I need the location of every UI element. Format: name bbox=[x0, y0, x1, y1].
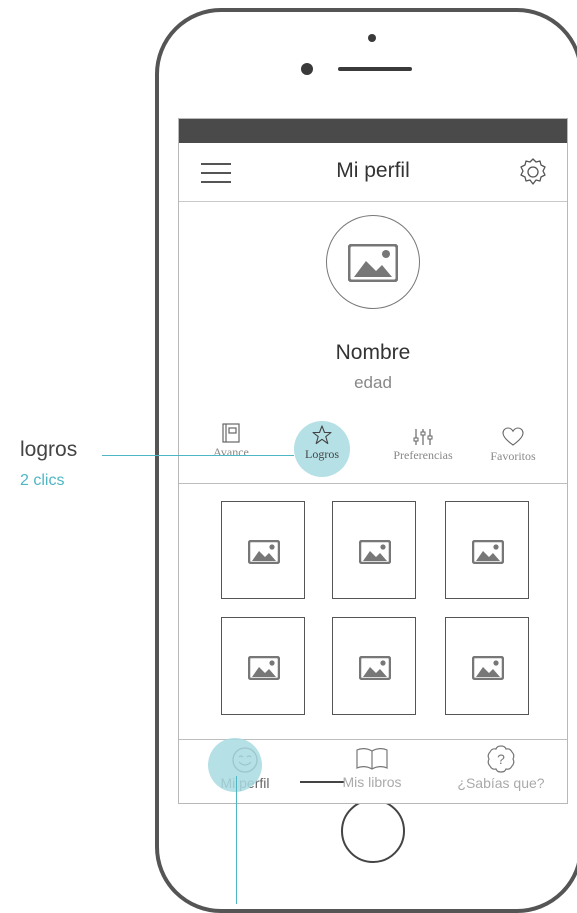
image-placeholder-icon bbox=[248, 540, 280, 564]
annotation-clicks: 2 clics bbox=[20, 472, 65, 489]
app-screen: Mi perfil Nombre edad Avance Logros Pref… bbox=[178, 118, 568, 804]
profile-name: Nombre bbox=[335, 341, 411, 364]
bottom-nav-sabias-que[interactable]: ? ¿Sabías que? bbox=[449, 742, 553, 791]
annotation-connector-line bbox=[102, 455, 294, 456]
image-placeholder-icon bbox=[348, 244, 398, 282]
bottom-nav-mis-libros[interactable]: Mis libros bbox=[329, 742, 415, 790]
top-nav-bar: Mi perfil bbox=[179, 143, 567, 202]
annotation-connector-line-vertical bbox=[236, 776, 237, 904]
image-placeholder-icon bbox=[472, 656, 504, 680]
star-icon bbox=[312, 425, 332, 445]
speaker-grille bbox=[338, 67, 412, 71]
tab-preferencias[interactable]: Preferencias bbox=[381, 428, 465, 463]
gear-icon[interactable] bbox=[518, 157, 548, 187]
achievement-card[interactable] bbox=[332, 617, 416, 715]
status-bar bbox=[179, 119, 567, 143]
annotation-label: logros bbox=[20, 438, 78, 461]
profile-tabs: Avance Logros Preferencias Favoritos bbox=[179, 419, 567, 783]
tab-label: Favoritos bbox=[490, 449, 536, 463]
image-placeholder-icon bbox=[248, 656, 280, 680]
achievement-card[interactable] bbox=[221, 617, 305, 715]
bottom-nav-label: Mis libros bbox=[342, 774, 402, 790]
svg-text:?: ? bbox=[497, 751, 505, 767]
tap-highlight-mi-perfil bbox=[208, 738, 262, 792]
image-placeholder-icon bbox=[359, 656, 391, 680]
achievement-card[interactable] bbox=[445, 501, 529, 599]
achievement-card[interactable] bbox=[221, 501, 305, 599]
achievement-card[interactable] bbox=[332, 501, 416, 599]
question-badge-icon: ? bbox=[487, 745, 515, 773]
achievement-card[interactable] bbox=[445, 617, 529, 715]
sensor-dot bbox=[368, 34, 376, 42]
page-title: Mi perfil bbox=[336, 159, 410, 182]
book-icon bbox=[356, 748, 388, 770]
tab-label: Preferencias bbox=[393, 448, 453, 462]
heart-icon bbox=[502, 427, 524, 446]
tab-label: Avance bbox=[213, 445, 249, 459]
image-placeholder-icon bbox=[472, 540, 504, 564]
avatar[interactable] bbox=[326, 215, 420, 309]
sliders-icon bbox=[413, 429, 433, 445]
tab-label: Logros bbox=[305, 447, 339, 461]
tab-favoritos[interactable]: Favoritos bbox=[480, 427, 546, 464]
image-placeholder-icon bbox=[359, 540, 391, 564]
home-button[interactable] bbox=[341, 799, 405, 863]
profile-age: edad bbox=[354, 373, 392, 392]
bottom-nav-label: ¿Sabías que? bbox=[457, 775, 545, 791]
notebook-icon bbox=[222, 423, 240, 443]
tab-logros[interactable]: Logros bbox=[295, 425, 349, 462]
camera-dot bbox=[301, 63, 313, 75]
